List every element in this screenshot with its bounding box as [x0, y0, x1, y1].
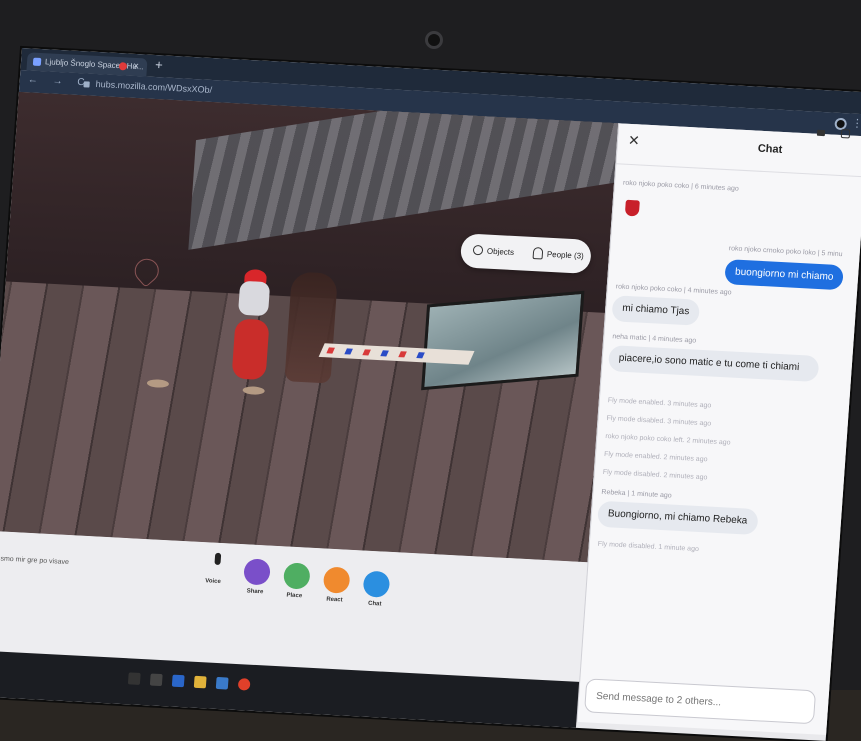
- chat-panel: ✕ Chat roko njoko poko coko | 6 minutes …: [576, 123, 861, 735]
- new-tab-button[interactable]: +: [155, 57, 164, 72]
- menu-icon[interactable]: ⋮: [851, 117, 861, 131]
- hubs-favicon-icon: [32, 57, 42, 67]
- edge-icon[interactable]: [171, 674, 185, 688]
- close-icon[interactable]: ✕: [627, 132, 641, 150]
- objects-icon: [472, 244, 484, 256]
- store-icon[interactable]: [215, 676, 229, 690]
- avatar-head: [237, 280, 271, 317]
- chat-header: ✕ Chat: [616, 123, 861, 178]
- people-button[interactable]: People (3): [547, 250, 585, 261]
- chat-bubble-incoming: mi chiamo Tjas: [611, 295, 701, 326]
- chat-label: Chat: [367, 600, 382, 608]
- exit-icon[interactable]: [840, 128, 851, 139]
- tab-title: Ljubljo Šnoglo Space | Hu...: [44, 57, 144, 72]
- place-button[interactable]: [282, 562, 311, 590]
- react-label: React: [326, 596, 343, 604]
- message-meta: roko njoko crnoko poko loko | 5 minu: [728, 245, 843, 259]
- chrome-icon[interactable]: [237, 678, 251, 691]
- chat-bubble-incoming: Buongiorno, mi chiamo Rebeka: [597, 500, 759, 536]
- voice-label: Voice: [205, 578, 222, 586]
- laptop-screen: Ljubljo Šnoglo Space | Hu... × + ← → C h…: [0, 48, 861, 741]
- system-message: Fly mode disabled. 1 minute ago: [597, 540, 700, 554]
- folder-icon[interactable]: [193, 675, 207, 689]
- start-icon[interactable]: [127, 672, 141, 685]
- message-meta: roko njoko poko coko | 6 minutes ago: [622, 179, 739, 193]
- microphone-icon[interactable]: [214, 552, 222, 566]
- chat-message-input[interactable]: [584, 678, 817, 725]
- system-message: Fly mode enabled. 2 minutes ago: [603, 450, 708, 464]
- avatar-body: [231, 318, 270, 381]
- objects-button[interactable]: Objects: [487, 247, 515, 257]
- message-meta: Rebeka | 1 minute ago: [601, 488, 672, 500]
- tongue-emoji-icon: [624, 199, 640, 217]
- people-icon: [532, 247, 544, 260]
- react-button[interactable]: [322, 566, 351, 594]
- message-meta: roko njoko poko coko | 4 minutes ago: [615, 283, 732, 297]
- system-message: Fly mode enabled. 3 minutes ago: [607, 397, 712, 410]
- message-meta: neha matic | 4 minutes ago: [612, 333, 697, 345]
- system-message: roko njoko poko coko left. 2 minutes ago: [605, 433, 731, 447]
- place-label: Place: [286, 592, 303, 600]
- share-label: Share: [246, 588, 264, 596]
- video-icon[interactable]: [816, 129, 826, 137]
- scene-menu-pill: Objects People (3): [459, 233, 592, 274]
- 3d-scene[interactable]: Objects People (3): [0, 91, 619, 563]
- chat-button[interactable]: [362, 570, 391, 598]
- navigation-buttons[interactable]: ← → C: [27, 74, 90, 88]
- url-field[interactable]: hubs.mozilla.com/WDsxXOb/: [95, 79, 212, 95]
- toolbar-hint: ro smo mir gre po visave: [0, 555, 70, 567]
- webcam: [428, 34, 440, 46]
- system-message: Fly mode disabled. 2 minutes ago: [602, 468, 708, 482]
- search-icon[interactable]: [149, 673, 163, 687]
- tab-close-button[interactable]: ×: [132, 58, 140, 76]
- chat-bubble-outgoing: buongiorno mi chiamo: [724, 259, 845, 291]
- chat-title: Chat: [757, 142, 783, 156]
- system-message: Fly mode disabled. 3 minutes ago: [606, 415, 712, 428]
- avatar-dark[interactable]: [284, 271, 339, 384]
- video-screen: [421, 290, 585, 391]
- share-button[interactable]: [243, 558, 271, 586]
- chat-bubble-incoming: piacere,io sono matic e tu come ti chiam…: [607, 345, 820, 383]
- lock-icon: [83, 81, 90, 88]
